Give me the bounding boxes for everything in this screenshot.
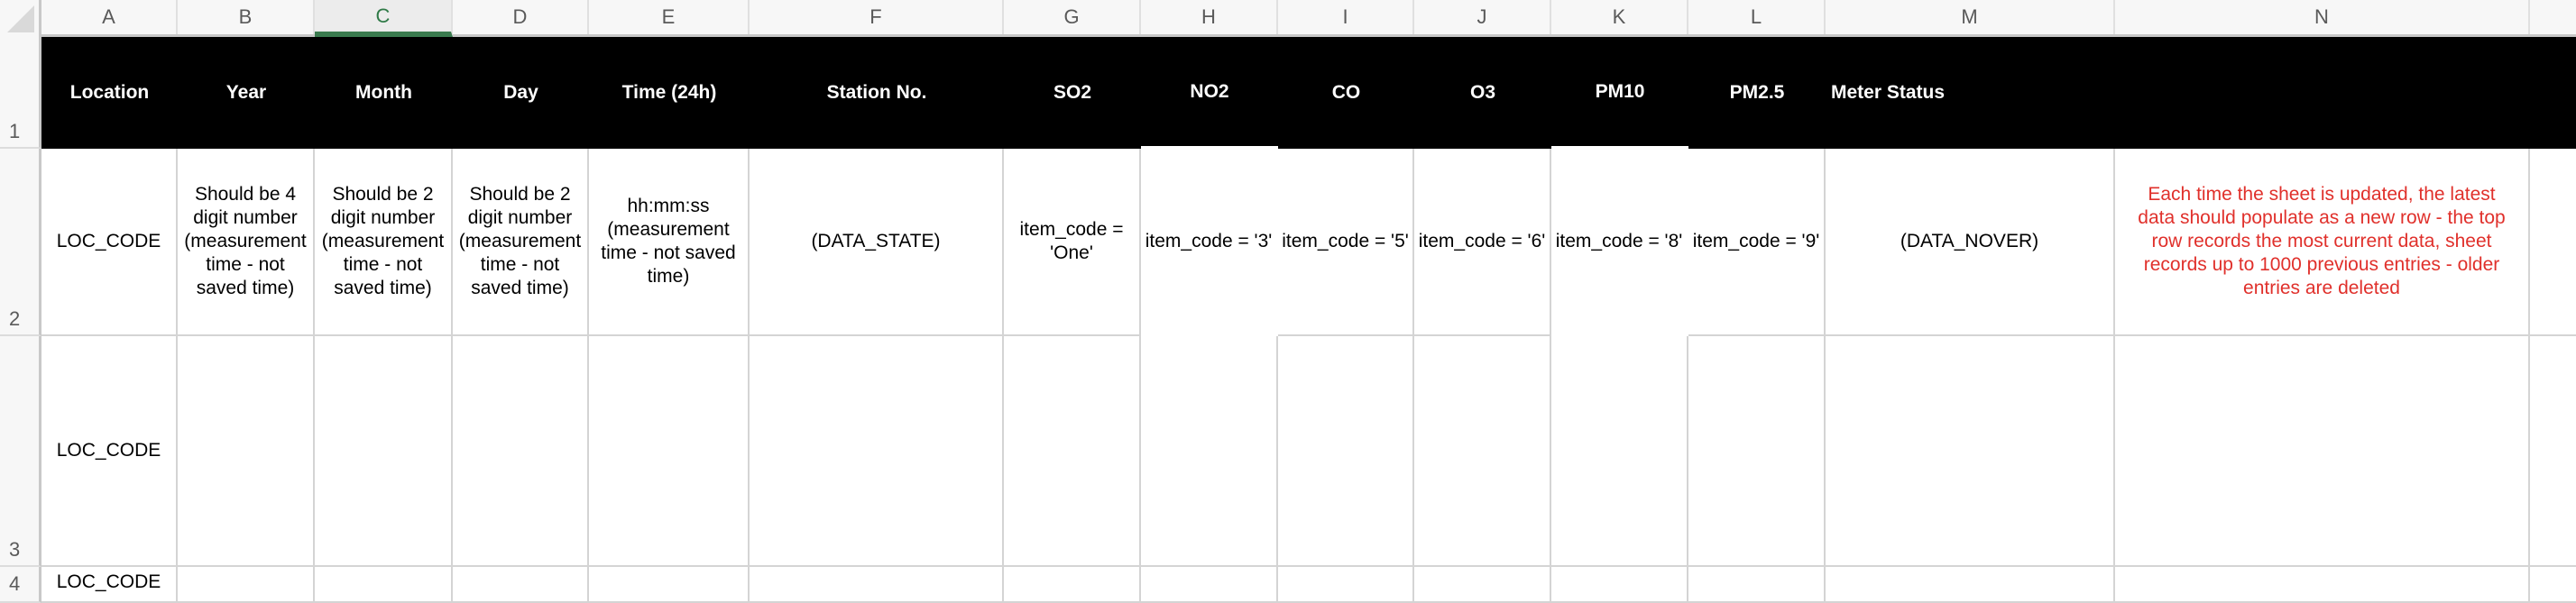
cell-a3[interactable]: LOC_CODE bbox=[41, 336, 178, 567]
header-cell-pm25[interactable]: PM2.5 bbox=[1688, 37, 1826, 149]
column-header-b[interactable]: B bbox=[178, 0, 315, 34]
row-header-2[interactable]: 2 bbox=[0, 149, 41, 336]
cell-d2[interactable]: Should be 2 digit number (measurement ti… bbox=[453, 149, 589, 336]
cell-l4[interactable] bbox=[1688, 567, 1826, 603]
cell-d4[interactable] bbox=[453, 567, 589, 603]
cell-h4[interactable] bbox=[1141, 567, 1278, 603]
cell-n3[interactable] bbox=[2115, 336, 2530, 567]
header-cell-time[interactable]: Time (24h) bbox=[589, 37, 750, 149]
column-header-o[interactable] bbox=[2530, 0, 2576, 34]
column-header-a[interactable]: A bbox=[41, 0, 178, 34]
cell-a2[interactable]: LOC_CODE bbox=[41, 149, 178, 336]
cell-k4[interactable] bbox=[1551, 567, 1688, 603]
header-cell-location[interactable]: Location bbox=[41, 37, 178, 149]
header-cell-station-no[interactable]: Station No. bbox=[750, 37, 1004, 149]
header-cell-so2[interactable]: SO2 bbox=[1004, 37, 1141, 149]
cell-a4[interactable]: LOC_CODE bbox=[41, 567, 178, 603]
cell-l2[interactable]: item_code = '9' bbox=[1688, 149, 1826, 336]
cell-e4[interactable] bbox=[589, 567, 750, 603]
cell-d3[interactable] bbox=[453, 336, 589, 567]
cell-n2-note[interactable]: Each time the sheet is updated, the late… bbox=[2115, 149, 2530, 336]
cell-f3[interactable] bbox=[750, 336, 1004, 567]
cell-g4[interactable] bbox=[1004, 567, 1141, 603]
cell-f4[interactable] bbox=[750, 567, 1004, 603]
cell-h3[interactable] bbox=[1141, 336, 1278, 567]
cell-b4[interactable] bbox=[178, 567, 315, 603]
header-cell-pm10[interactable]: PM10 bbox=[1551, 37, 1688, 149]
column-header-c[interactable]: C bbox=[315, 0, 453, 37]
header-cell-year[interactable]: Year bbox=[178, 37, 315, 149]
header-cell-o[interactable] bbox=[2530, 37, 2576, 149]
cell-c3[interactable] bbox=[315, 336, 453, 567]
cell-e3[interactable] bbox=[589, 336, 750, 567]
cell-i4[interactable] bbox=[1278, 567, 1414, 603]
header-row: Location Year Month Day Time (24h) Stati… bbox=[41, 37, 2576, 149]
select-all-triangle-icon bbox=[7, 5, 34, 32]
column-header-n[interactable]: N bbox=[2115, 0, 2530, 34]
cell-m3[interactable] bbox=[1826, 336, 2115, 567]
column-header-i[interactable]: I bbox=[1278, 0, 1414, 34]
spreadsheet-grid: A B C D E F G H I J K L M N 1 2 3 4 Loca… bbox=[0, 0, 2576, 603]
cell-i3[interactable] bbox=[1276, 336, 1414, 567]
row-header-4[interactable]: 4 bbox=[0, 567, 41, 603]
column-header-k[interactable]: K bbox=[1551, 0, 1688, 34]
cell-j4[interactable] bbox=[1414, 567, 1551, 603]
header-cell-day[interactable]: Day bbox=[453, 37, 589, 149]
row-header-3[interactable]: 3 bbox=[0, 336, 41, 567]
cell-h2[interactable]: item_code = '3' bbox=[1141, 149, 1278, 336]
cell-g3[interactable] bbox=[1004, 336, 1141, 567]
cell-j2[interactable]: item_code = '6' bbox=[1414, 149, 1551, 336]
cell-n4[interactable] bbox=[2115, 567, 2530, 603]
header-cell-o3[interactable]: O3 bbox=[1414, 37, 1551, 149]
cell-f2[interactable]: (DATA_STATE) bbox=[750, 149, 1004, 336]
column-header-h[interactable]: H bbox=[1141, 0, 1278, 34]
row-header-1[interactable]: 1 bbox=[0, 37, 41, 149]
cell-c2[interactable]: Should be 2 digit number (measurement ti… bbox=[315, 149, 453, 336]
column-header-e[interactable]: E bbox=[589, 0, 750, 34]
cell-e2[interactable]: hh:mm:ss (measurement time - not saved t… bbox=[589, 149, 750, 336]
column-header-l[interactable]: L bbox=[1688, 0, 1826, 34]
header-cell-no2[interactable]: NO2 bbox=[1141, 37, 1278, 149]
cell-m2[interactable]: (DATA_NOVER) bbox=[1826, 149, 2115, 336]
header-cell-meter-status[interactable]: Meter Status bbox=[1826, 37, 2115, 149]
column-header-m[interactable]: M bbox=[1826, 0, 2115, 34]
cell-o4[interactable] bbox=[2530, 567, 2576, 603]
cell-m4[interactable] bbox=[1826, 567, 2115, 603]
column-header-f[interactable]: F bbox=[750, 0, 1004, 34]
column-header-g[interactable]: G bbox=[1004, 0, 1141, 34]
select-all-button[interactable] bbox=[0, 0, 41, 37]
column-header-d[interactable]: D bbox=[453, 0, 589, 34]
cell-o3[interactable] bbox=[2530, 336, 2576, 567]
cell-k3[interactable] bbox=[1551, 336, 1688, 567]
header-cell-co[interactable]: CO bbox=[1278, 37, 1414, 149]
header-cell-n[interactable] bbox=[2115, 37, 2530, 149]
cell-k2[interactable]: item_code = '8' bbox=[1551, 149, 1688, 336]
cell-c4[interactable] bbox=[315, 567, 453, 603]
cell-l3[interactable] bbox=[1687, 336, 1826, 567]
cell-b3[interactable] bbox=[178, 336, 315, 567]
cell-o2[interactable] bbox=[2530, 149, 2576, 336]
cell-b2[interactable]: Should be 4 digit number (measurement ti… bbox=[178, 149, 315, 336]
column-header-j[interactable]: J bbox=[1414, 0, 1551, 34]
cell-i2[interactable]: item_code = '5' bbox=[1278, 149, 1414, 336]
cell-j3[interactable] bbox=[1414, 336, 1551, 567]
header-cell-month[interactable]: Month bbox=[315, 37, 453, 149]
cell-g2[interactable]: item_code = 'One' bbox=[1004, 149, 1141, 336]
